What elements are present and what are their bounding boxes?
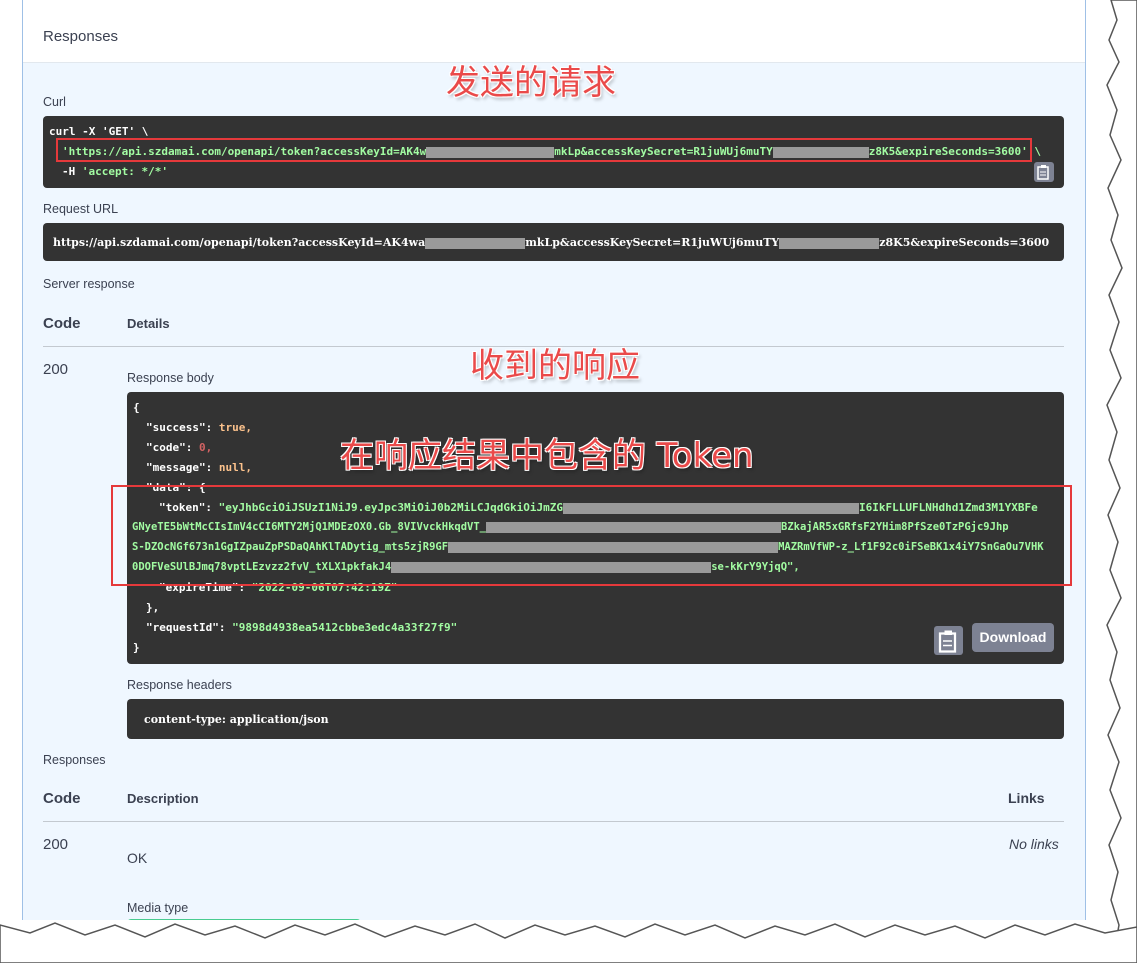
json-open: {: [133, 401, 140, 414]
responses-title: Responses: [43, 28, 119, 45]
server-response-label: Server response: [43, 277, 135, 291]
responses-code: 200: [43, 836, 69, 853]
download-button[interactable]: Download: [972, 623, 1054, 652]
request-url-label: Request URL: [43, 202, 119, 216]
torn-edge-right: [1106, 0, 1137, 963]
response-body-label: Response body: [127, 371, 214, 385]
annotation-received-response: 收到的响应: [470, 346, 640, 386]
annotation-token-note: 在响应结果中包含的 Token: [340, 436, 754, 476]
curl-line-1: curl -X 'GET' \: [49, 125, 149, 138]
redacted-block: [425, 237, 526, 249]
curl-label: Curl: [43, 95, 66, 109]
responses-col-description: Description: [127, 791, 199, 806]
response-code: 200: [43, 361, 69, 378]
header-line: content-type: application/json: [144, 713, 329, 726]
json-code: "code": 0,: [146, 441, 213, 454]
json-message: "message": null,: [146, 461, 252, 474]
responses-divider: [43, 821, 1064, 822]
token-highlight-box: [111, 485, 1072, 586]
col-details-header: Details: [127, 316, 170, 331]
responses-label: Responses: [43, 753, 106, 767]
responses-header: Responses: [23, 0, 1085, 63]
response-headers-block[interactable]: content-type: application/json: [127, 699, 1064, 739]
responses-col-links: Links: [1008, 790, 1045, 806]
copy-response-icon[interactable]: [934, 626, 963, 655]
redacted-block: [779, 237, 880, 249]
request-highlight-box: [56, 138, 1032, 162]
responses-description: OK: [127, 850, 148, 866]
json-data-close: },: [146, 601, 160, 614]
torn-edge-bottom: [0, 922, 1137, 963]
responses-col-code: Code: [43, 790, 81, 807]
copy-curl-icon[interactable]: [1034, 162, 1054, 182]
col-code-header: Code: [43, 315, 81, 332]
request-url-text: https://api.szdamai.com/openapi/token?ac…: [53, 236, 1050, 249]
json-request-id: "requestId": "9898d4938ea5412cbbe3edc4a3…: [146, 621, 458, 634]
json-success: "success": true,: [146, 421, 252, 434]
annotation-sent-request: 发送的请求: [446, 63, 616, 103]
json-close: }: [133, 641, 140, 654]
curl-line-3: -H 'accept: */*': [62, 165, 168, 178]
request-url-block[interactable]: https://api.szdamai.com/openapi/token?ac…: [43, 223, 1064, 261]
responses-links: No links: [1009, 836, 1059, 852]
response-headers-label: Response headers: [127, 678, 232, 692]
